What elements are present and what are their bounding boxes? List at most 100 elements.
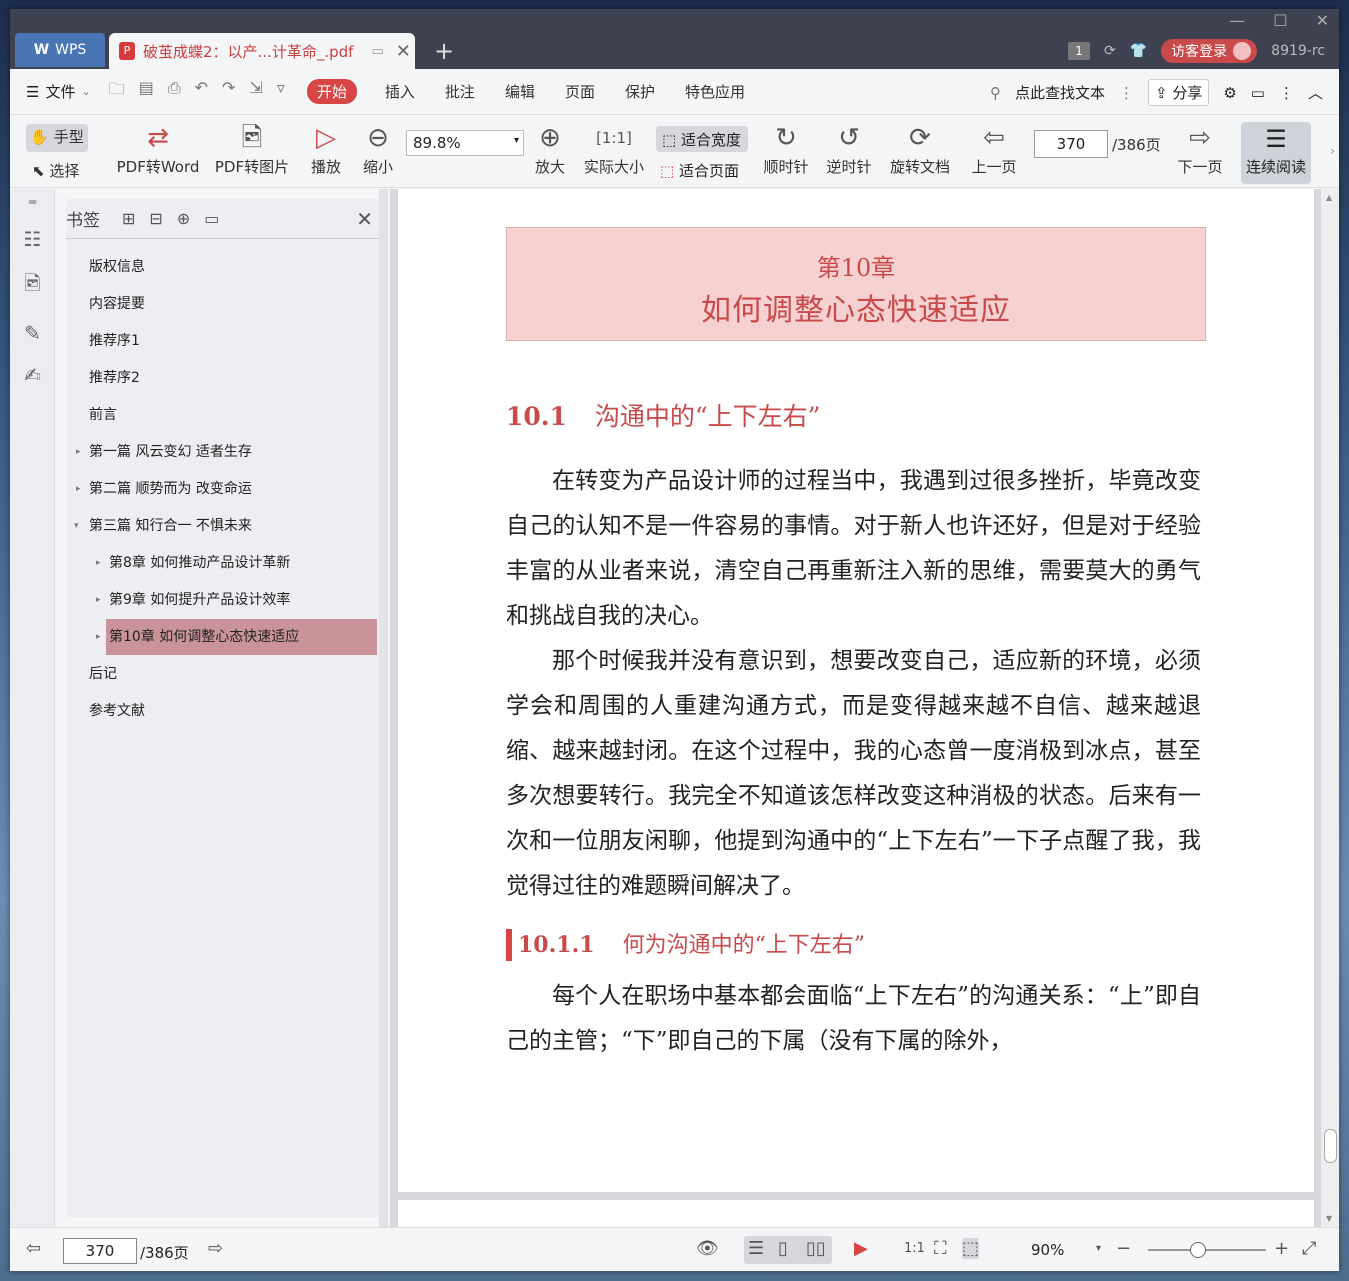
play-button[interactable]: ▷ 播放 — [308, 122, 344, 177]
redo-icon[interactable]: ↷ — [222, 78, 235, 105]
scroll-thumb[interactable] — [1324, 1129, 1337, 1163]
print-icon[interactable]: ⎙ — [168, 78, 181, 105]
bookmark-item[interactable]: 参考文献 — [66, 693, 379, 730]
menu-special-apps[interactable]: 特色应用 — [685, 81, 745, 102]
minimize-icon[interactable]: — — [1229, 11, 1245, 30]
close-panel-icon[interactable]: ✕ — [356, 207, 373, 231]
more-dropdown-icon[interactable]: ▿ — [277, 78, 285, 105]
page-number-input[interactable]: 370 — [1034, 130, 1108, 158]
export-icon[interactable]: ⇲ — [249, 78, 262, 105]
prev-page-icon[interactable]: ⇦ — [26, 1238, 41, 1259]
menu-start[interactable]: 开始 — [306, 79, 357, 104]
expand-all-icon[interactable]: ⊞ — [122, 209, 135, 228]
thumbnail-icon[interactable]: 🖻 — [10, 269, 55, 303]
sync-icon[interactable]: ⟳ — [1104, 43, 1116, 59]
bookmark-options-icon[interactable]: ▭ — [204, 209, 219, 228]
collapse-arrow-icon[interactable]: ▾ — [74, 508, 79, 545]
file-menu[interactable]: ☰ 文件 ⌄ — [26, 81, 91, 102]
bookmark-item[interactable]: ▸ 第8章 如何推动产品设计革新 — [66, 545, 379, 582]
more-vertical-icon[interactable]: ⋮ — [1119, 84, 1134, 102]
rotate-document-button[interactable]: ⟳ 旋转文档 — [888, 122, 952, 177]
next-page-icon[interactable]: ⇨ — [208, 1238, 223, 1259]
more-icon[interactable]: ⋮ — [1279, 84, 1294, 102]
settings-icon[interactable]: ⚙ — [1223, 84, 1236, 102]
bookmark-item[interactable]: ▸ 第二篇 顺势而为 改变命运 — [66, 471, 379, 508]
expand-arrow-icon[interactable]: ▸ — [76, 471, 81, 508]
share-button[interactable]: ⇪ 分享 — [1147, 79, 1210, 106]
bookmark-item[interactable]: ▸ 第一篇 风云变幻 适者生存 — [66, 434, 379, 471]
menu-page[interactable]: 页面 — [565, 81, 595, 102]
rotate-clockwise-button[interactable]: ↻ 顺时针 — [762, 122, 810, 177]
skin-icon[interactable]: 👕 — [1130, 43, 1147, 59]
open-folder-icon[interactable]: 🗀 — [109, 78, 125, 105]
two-page-icon[interactable]: ▯▯ — [806, 1238, 826, 1259]
status-page-input[interactable]: 370 — [63, 1238, 137, 1264]
annotation-icon[interactable]: ✎ — [10, 321, 55, 345]
window-count-badge[interactable]: 1 — [1068, 42, 1090, 60]
menu-protect[interactable]: 保护 — [625, 81, 655, 102]
search-text-button[interactable]: 点此查找文本 — [1015, 82, 1105, 103]
zoom-select[interactable]: 89.8% ▾ — [406, 130, 524, 156]
expand-arrow-icon[interactable]: ▸ — [96, 619, 101, 656]
search-icon[interactable]: ⚲ — [990, 84, 1001, 102]
scroll-down-icon[interactable]: ▼ — [1326, 1214, 1332, 1223]
collapse-all-icon[interactable]: ⊟ — [149, 209, 162, 228]
tab-close-icon[interactable]: ✕ — [396, 41, 411, 62]
signature-icon[interactable]: ✍ — [10, 363, 55, 387]
pdf-to-word-button[interactable]: ⇄ PDF转Word — [114, 122, 202, 177]
actual-size-icon[interactable]: 1:1 — [904, 1241, 925, 1256]
ribbon-scroll-right-icon[interactable]: › — [1330, 144, 1335, 158]
hand-tool-button[interactable]: ✋ 手型 — [26, 124, 88, 152]
fit-page-button[interactable]: ⬚ 适合页面 — [660, 160, 739, 181]
fit-page-icon[interactable]: ⛶ — [934, 1238, 947, 1259]
continuous-view-icon[interactable]: ☰ — [748, 1238, 764, 1259]
rotate-counterclockwise-button[interactable]: ↺ 逆时针 — [825, 122, 873, 177]
play-slideshow-icon[interactable]: ▶ — [854, 1238, 868, 1259]
document-scrollbar[interactable]: ▲ ▼ — [1321, 189, 1339, 1227]
bookmark-item[interactable]: 版权信息 — [66, 249, 379, 286]
pdf-to-image-button[interactable]: 🖻 PDF转图片 — [214, 122, 290, 177]
zoom-slider[interactable] — [1148, 1242, 1266, 1258]
add-bookmark-icon[interactable]: ⊕ — [177, 209, 190, 228]
continuous-read-button[interactable]: ☰ 连续阅读 — [1241, 122, 1311, 184]
zoom-in-button[interactable]: ⊕ 放大 — [532, 122, 568, 177]
bookmark-item[interactable]: ▾ 第三篇 知行合一 不惧未来 — [66, 508, 379, 545]
next-page-button[interactable]: ⇨ 下一页 — [1176, 122, 1224, 177]
bookmark-scrollbar[interactable] — [379, 189, 388, 1227]
zoom-slider-knob[interactable] — [1190, 1242, 1206, 1258]
menu-edit[interactable]: 编辑 — [505, 81, 535, 102]
bookmark-item[interactable]: 内容提要 — [66, 286, 379, 323]
undo-icon[interactable]: ↶ — [195, 78, 208, 105]
bookmark-list-icon[interactable]: ☷ — [10, 227, 55, 251]
monitor-icon[interactable]: ▭ — [371, 44, 383, 59]
wps-home-tab[interactable]: W WPS — [15, 33, 105, 67]
zoom-in-icon[interactable]: + — [1274, 1238, 1289, 1259]
menu-insert[interactable]: 插入 — [385, 81, 415, 102]
bookmark-item[interactable]: 后记 — [66, 656, 379, 693]
zoom-out-icon[interactable]: − — [1116, 1238, 1131, 1259]
single-page-icon[interactable]: ▯ — [778, 1238, 788, 1259]
document-tab[interactable]: P 破茧成蝶2：以产...计革命_.pdf ▭ ✕ — [109, 33, 415, 69]
zoom-dropdown-icon[interactable]: ▾ — [1096, 1243, 1101, 1254]
fullscreen-icon[interactable]: ⤢ — [1302, 1238, 1316, 1259]
fit-width-button[interactable]: ⬚ 适合宽度 — [656, 126, 748, 152]
eye-protection-icon[interactable]: 👁 — [696, 1238, 719, 1259]
new-tab-icon[interactable]: + — [434, 37, 454, 65]
save-icon[interactable]: ▤ — [139, 78, 154, 105]
expand-arrow-icon[interactable]: ▸ — [96, 582, 101, 619]
bookmark-item[interactable]: 推荐序2 — [66, 360, 379, 397]
maximize-icon[interactable]: ☐ — [1273, 11, 1287, 30]
actual-size-button[interactable]: [1:1] 实际大小 — [582, 122, 646, 177]
bookmark-item-selected[interactable]: ▸ 第10章 如何调整心态快速适应 — [66, 619, 379, 656]
menu-annotate[interactable]: 批注 — [445, 81, 475, 102]
bookmark-item[interactable]: 推荐序1 — [66, 323, 379, 360]
status-zoom[interactable]: 90% — [1031, 1241, 1064, 1259]
select-tool-button[interactable]: ⬉ 选择 — [32, 160, 79, 181]
visitor-login-button[interactable]: 访客登录 — [1161, 39, 1258, 63]
fit-width-icon[interactable]: ⬚ — [962, 1238, 980, 1259]
scroll-up-icon[interactable]: ▲ — [1326, 193, 1332, 202]
bookmark-item[interactable]: 前言 — [66, 397, 379, 434]
zoom-out-button[interactable]: ⊖ 缩小 — [360, 122, 396, 177]
close-icon[interactable]: ✕ — [1316, 11, 1329, 30]
collapse-ribbon-icon[interactable]: ︿ — [1308, 82, 1323, 103]
